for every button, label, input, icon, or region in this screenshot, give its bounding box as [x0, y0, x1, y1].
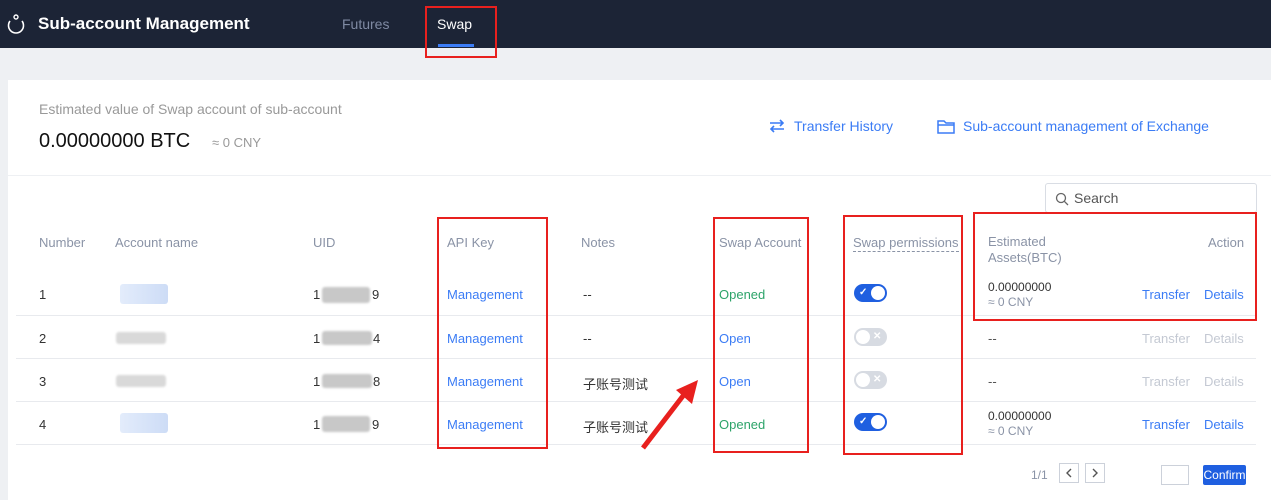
- uid-suffix: 9: [372, 287, 380, 302]
- swap-permission-toggle[interactable]: ✕: [854, 371, 887, 389]
- transfer-button[interactable]: Transfer: [1142, 287, 1190, 302]
- transfer-button[interactable]: Transfer: [1142, 417, 1190, 432]
- confirm-button[interactable]: Confirm: [1203, 465, 1246, 485]
- api-key-management-link[interactable]: Management: [447, 417, 523, 432]
- uid-prefix: 1: [313, 331, 321, 346]
- swap-account-status: Opened: [719, 287, 766, 302]
- chevron-left-icon: [1066, 468, 1072, 478]
- cross-icon: ✕: [873, 374, 882, 385]
- details-button: Details: [1204, 331, 1244, 346]
- uid-suffix: 9: [372, 417, 380, 432]
- search-box[interactable]: [1045, 183, 1257, 213]
- uid-masked: [322, 287, 370, 303]
- search-input[interactable]: [1074, 189, 1244, 207]
- uid-suffix: 4: [373, 331, 381, 346]
- header-swap-account: Swap Account: [719, 235, 802, 250]
- swap-permission-toggle[interactable]: ✓: [854, 413, 887, 431]
- folder-icon: [937, 120, 955, 134]
- details-button[interactable]: Details: [1204, 287, 1244, 302]
- header-number: Number: [39, 235, 86, 250]
- uid-masked: [322, 331, 372, 345]
- header-estimated-assets: Estimated Assets(BTC): [988, 234, 1062, 265]
- details-button: Details: [1204, 374, 1244, 389]
- page-info: 1/1: [1031, 468, 1048, 482]
- uid-masked: [322, 374, 372, 388]
- active-tab-indicator: [438, 44, 474, 47]
- transfer-history-link[interactable]: Transfer History: [768, 118, 918, 136]
- notes-text: 子账号测试: [583, 420, 649, 435]
- tab-swap[interactable]: Swap: [437, 16, 472, 32]
- transfer-icon: [769, 119, 785, 133]
- row-number: 2: [39, 331, 47, 346]
- summary-card: Estimated value of Swap account of sub-a…: [8, 80, 1271, 175]
- header-action: Action: [1208, 235, 1245, 250]
- row-number: 4: [39, 417, 47, 432]
- cross-icon: ✕: [873, 331, 882, 342]
- row-number: 1: [39, 287, 47, 302]
- account-name-masked: [116, 375, 166, 387]
- estimated-assets-value: --: [988, 331, 997, 346]
- header-swap-permissions[interactable]: Swap permissions: [853, 235, 959, 252]
- estimated-assets-value: 0.00000000: [988, 280, 1052, 294]
- api-key-management-link[interactable]: Management: [447, 331, 523, 346]
- search-icon: [1055, 192, 1069, 206]
- transfer-history-label: Transfer History: [794, 118, 894, 134]
- table-row: 3 1 8 Management 子账号测试 Open ✕ -- Transfe…: [16, 360, 1256, 402]
- header-uid: UID: [313, 235, 336, 250]
- notes-text: --: [583, 287, 592, 302]
- api-key-management-link[interactable]: Management: [447, 374, 523, 389]
- table-row: 1 1 9 Management -- Opened ✓ 0.00000000 …: [16, 274, 1256, 316]
- details-button[interactable]: Details: [1204, 417, 1244, 432]
- table-row: 2 1 4 Management -- Open ✕ -- Transfer D…: [16, 317, 1256, 359]
- estimated-assets-cny: ≈ 0 CNY: [988, 295, 1034, 309]
- uid-suffix: 8: [373, 374, 381, 389]
- account-name-masked: [120, 284, 168, 304]
- exchange-management-label: Sub-account management of Exchange: [963, 118, 1209, 134]
- open-swap-account-link[interactable]: Open: [719, 374, 751, 389]
- uid-prefix: 1: [313, 287, 321, 302]
- row-number: 3: [39, 374, 47, 389]
- account-name-masked: [116, 332, 166, 344]
- summary-value: 0.00000000 BTC: [39, 130, 191, 152]
- uid-masked: [322, 416, 370, 432]
- uid-prefix: 1: [313, 374, 321, 389]
- next-page-button[interactable]: [1085, 463, 1105, 483]
- header-notes: Notes: [581, 235, 615, 250]
- account-name-masked: [120, 413, 168, 433]
- top-nav: Sub-account Management Futures Swap: [0, 0, 1271, 48]
- page-number-input[interactable]: [1161, 465, 1189, 485]
- transfer-button: Transfer: [1142, 374, 1190, 389]
- sub-account-table: Number Account name UID API Key Notes Sw…: [8, 176, 1271, 500]
- logo-icon: [7, 14, 25, 34]
- uid-prefix: 1: [313, 417, 321, 432]
- app-title: Sub-account Management: [38, 14, 250, 33]
- swap-permission-toggle[interactable]: ✓: [854, 284, 887, 302]
- tab-futures[interactable]: Futures: [342, 16, 389, 32]
- swap-account-status: Opened: [719, 417, 766, 432]
- notes-text: --: [583, 331, 592, 346]
- summary-approx: ≈ 0 CNY: [212, 135, 262, 150]
- estimated-assets-value: 0.00000000: [988, 409, 1052, 423]
- chevron-right-icon: [1092, 468, 1098, 478]
- swap-permission-toggle[interactable]: ✕: [854, 328, 887, 346]
- transfer-button: Transfer: [1142, 331, 1190, 346]
- summary-label: Estimated value of Swap account of sub-a…: [39, 101, 342, 117]
- estimated-assets-value: --: [988, 374, 997, 389]
- table-row: 4 1 9 Management 子账号测试 Opened ✓ 0.000000…: [16, 403, 1256, 445]
- prev-page-button[interactable]: [1059, 463, 1079, 483]
- open-swap-account-link[interactable]: Open: [719, 331, 751, 346]
- api-key-management-link[interactable]: Management: [447, 287, 523, 302]
- header-api-key: API Key: [447, 235, 494, 250]
- check-icon: ✓: [859, 287, 868, 298]
- notes-text: 子账号测试: [583, 377, 649, 392]
- exchange-management-link[interactable]: Sub-account management of Exchange: [937, 118, 1257, 136]
- header-account-name: Account name: [115, 235, 199, 250]
- check-icon: ✓: [859, 416, 868, 427]
- estimated-assets-cny: ≈ 0 CNY: [988, 424, 1034, 438]
